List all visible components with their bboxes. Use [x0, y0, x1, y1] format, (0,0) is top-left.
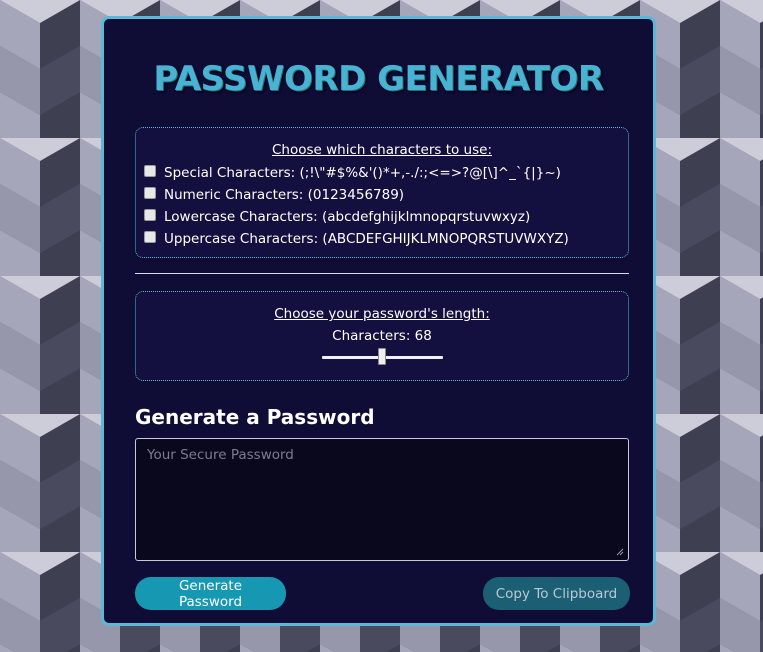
numeric-characters-label: Numeric Characters: (0123456789): [164, 187, 405, 203]
length-slider-thumb[interactable]: [378, 348, 386, 365]
uppercase-characters-checkbox[interactable]: [144, 231, 156, 243]
lowercase-characters-label: Lowercase Characters: (abcdefghijklmnopq…: [164, 209, 531, 225]
character-options-heading: Choose which characters to use:: [271, 142, 492, 158]
length-slider[interactable]: [321, 348, 443, 368]
special-characters-checkbox[interactable]: [144, 165, 156, 177]
generate-heading: Generate a Password: [135, 405, 375, 429]
length-heading: Choose your password's length:: [274, 306, 490, 322]
generate-password-button[interactable]: Generate Password: [135, 577, 286, 610]
copy-to-clipboard-button[interactable]: Copy To Clipboard: [483, 577, 630, 610]
password-output[interactable]: [135, 438, 629, 561]
option-uppercase-characters[interactable]: Uppercase Characters: (ABCDEFGHIJKLMNOPQ…: [144, 228, 628, 250]
section-divider: [135, 273, 629, 274]
special-characters-label: Special Characters: (;!\"#$%&'()*+,-./:;…: [164, 165, 561, 181]
password-generator-card: PASSWORD GENERATOR Choose which characte…: [101, 16, 656, 626]
option-special-characters[interactable]: Special Characters: (;!\"#$%&'()*+,-./:;…: [144, 162, 628, 184]
length-options-box: Choose your password's length: Character…: [135, 291, 629, 381]
numeric-characters-checkbox[interactable]: [144, 187, 156, 199]
page-title: PASSWORD GENERATOR: [153, 59, 604, 99]
lowercase-characters-checkbox[interactable]: [144, 209, 156, 221]
uppercase-characters-label: Uppercase Characters: (ABCDEFGHIJKLMNOPQ…: [164, 231, 569, 247]
option-numeric-characters[interactable]: Numeric Characters: (0123456789): [144, 184, 628, 206]
resize-grip-icon[interactable]: [616, 548, 624, 556]
length-value-label: Characters: 68: [332, 328, 432, 344]
option-lowercase-characters[interactable]: Lowercase Characters: (abcdefghijklmnopq…: [144, 206, 628, 228]
character-options-list: Special Characters: (;!\"#$%&'()*+,-./:;…: [136, 162, 628, 250]
character-options-box: Choose which characters to use: Special …: [135, 127, 629, 258]
